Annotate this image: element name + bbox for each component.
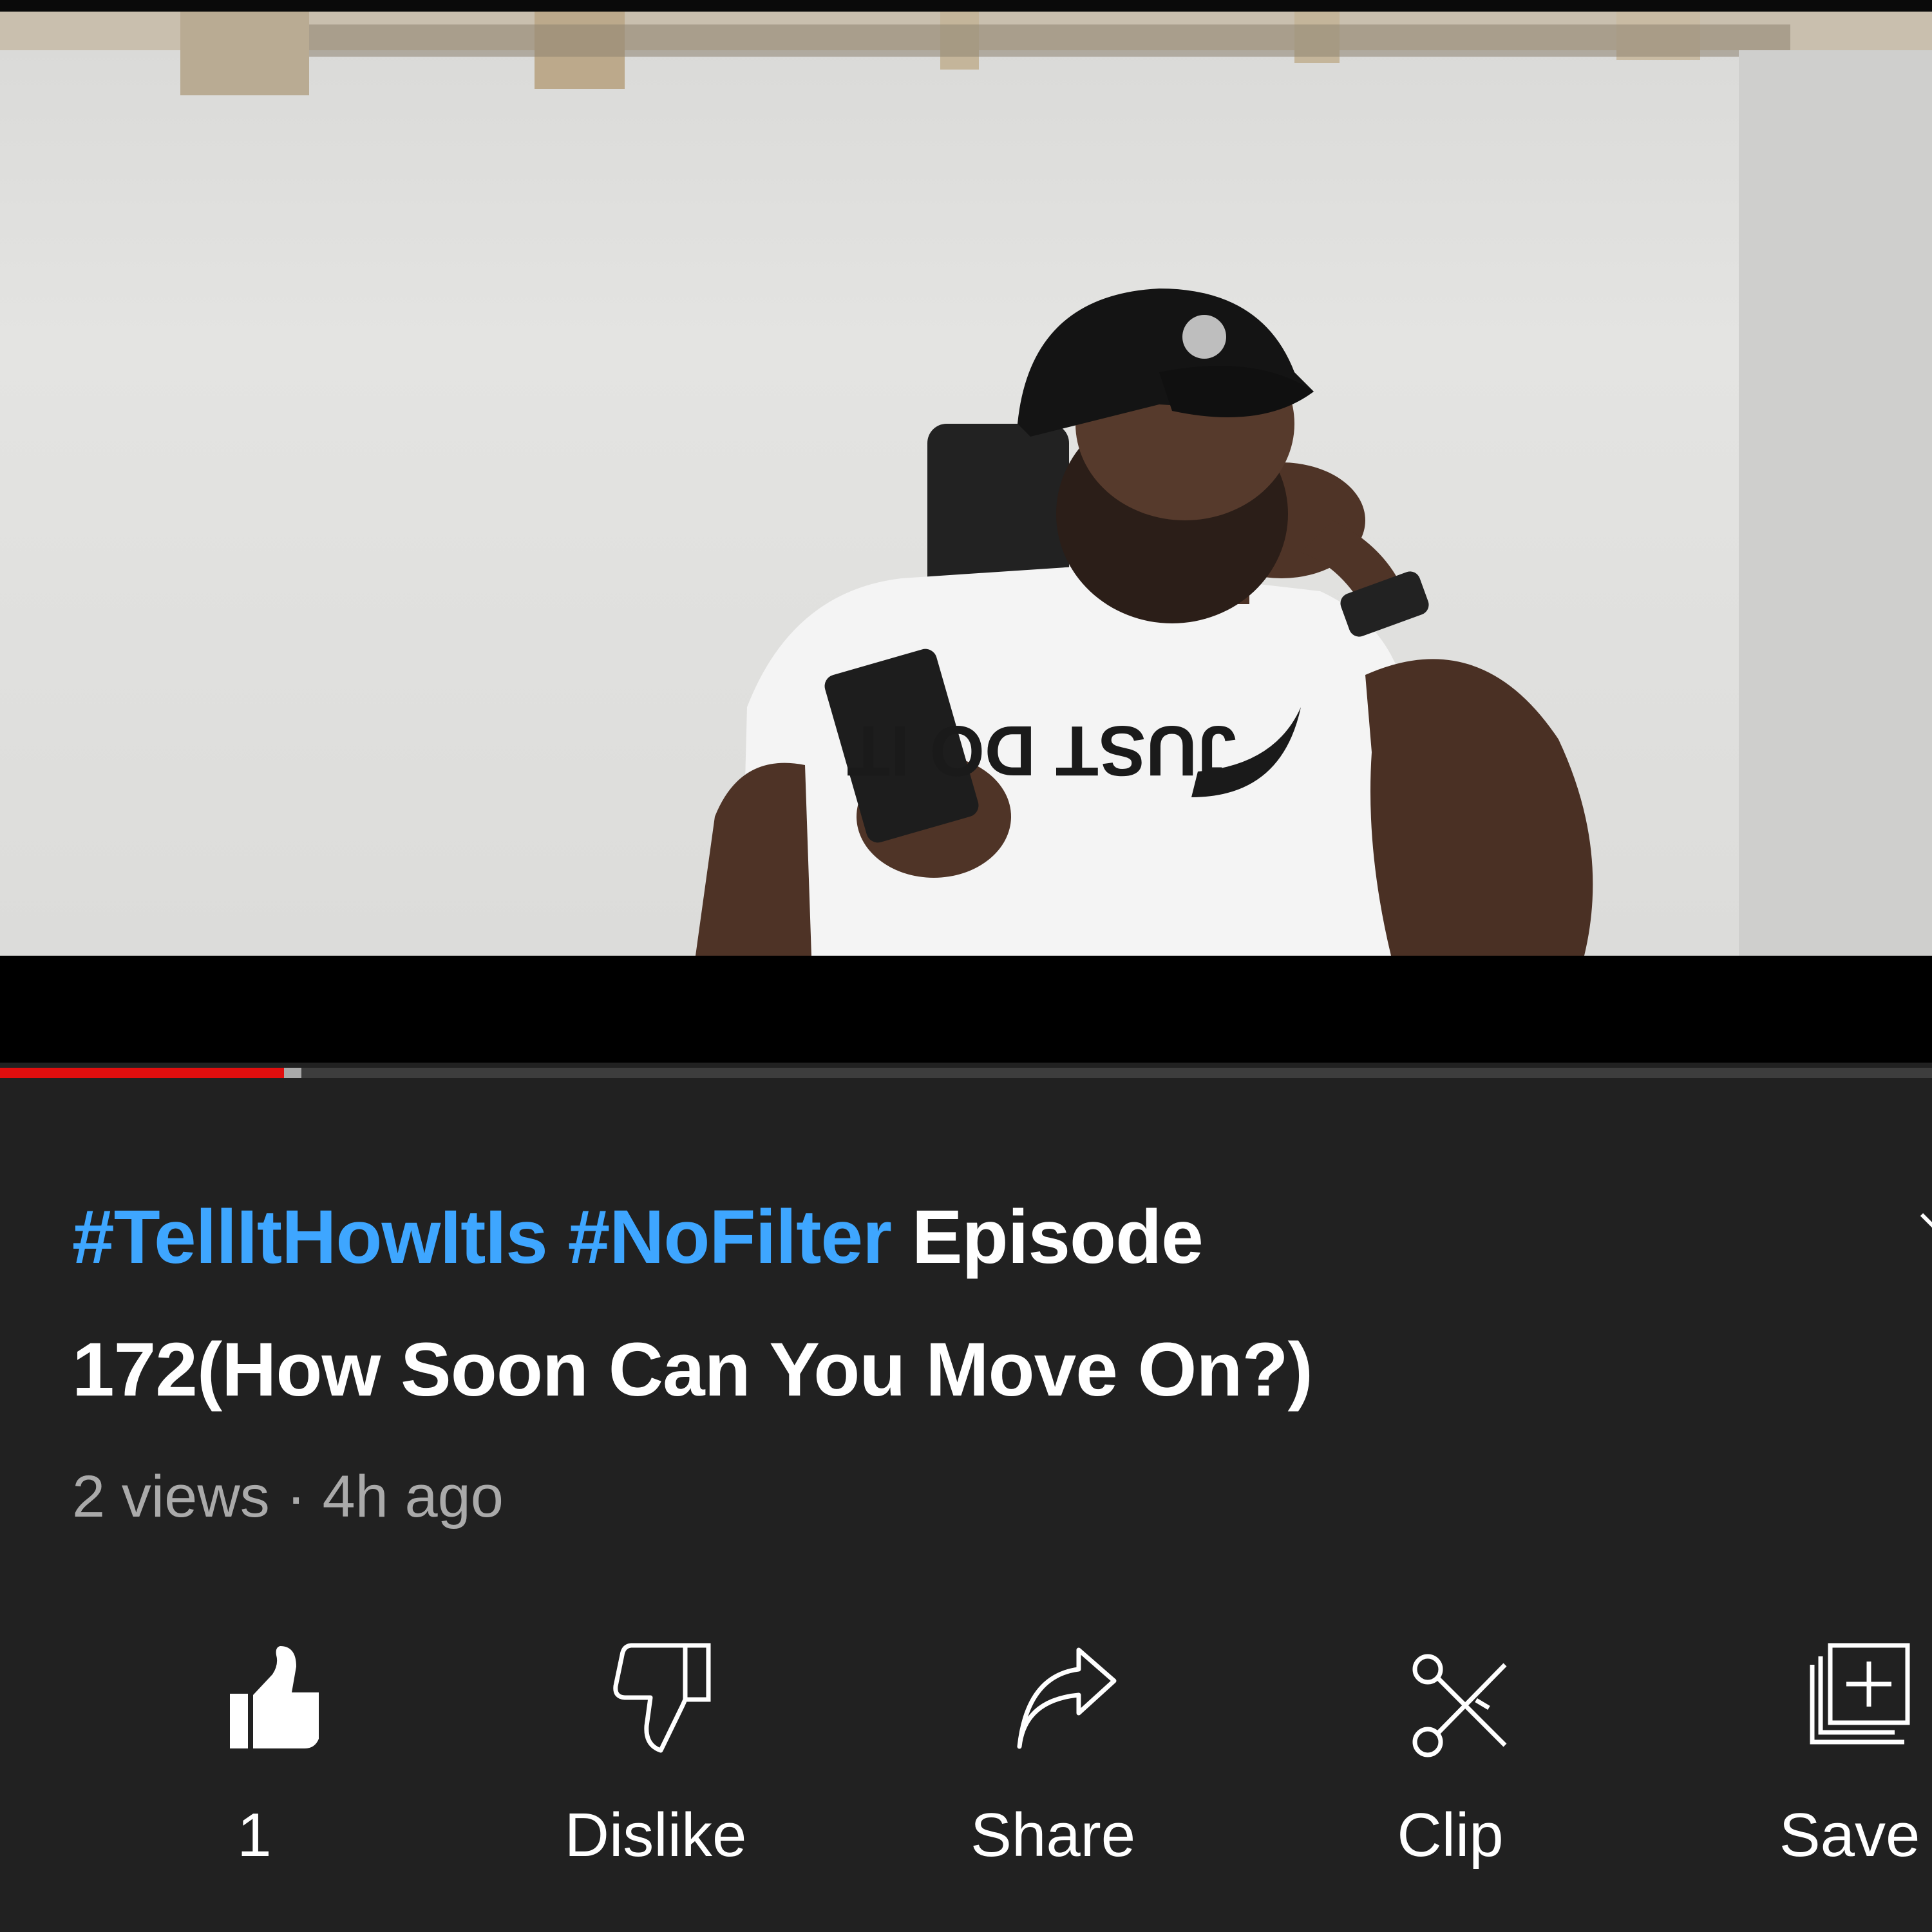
upload-age: 4h ago bbox=[322, 1464, 504, 1530]
video-frame: JUST DO IT bbox=[0, 12, 1932, 956]
played-progress bbox=[0, 1068, 284, 1078]
top-edge bbox=[0, 0, 1932, 12]
meta-separator: · bbox=[286, 1464, 306, 1530]
dislike-label: Dislike bbox=[564, 1801, 747, 1870]
video-progress-bar[interactable] bbox=[0, 1068, 1932, 1078]
like-button[interactable]: 1 bbox=[158, 1636, 351, 1893]
share-button[interactable]: Share bbox=[956, 1636, 1150, 1893]
video-metadata: 2 views · 4h ago bbox=[72, 1463, 504, 1531]
shirt-logo-text: JUST DO IT bbox=[847, 711, 1236, 790]
thumbs-down-icon bbox=[613, 1643, 711, 1753]
hashtag-link[interactable]: #NoFilter bbox=[568, 1195, 892, 1280]
title-text: Episode bbox=[911, 1195, 1204, 1280]
save-button[interactable]: Save bbox=[1753, 1636, 1932, 1893]
share-arrow-icon bbox=[1017, 1647, 1117, 1749]
title-text: 172(How Soon Can You Move On?) bbox=[72, 1327, 1313, 1412]
ceiling-beam bbox=[180, 12, 309, 95]
video-title[interactable]: #TellItHowItIs #NoFilter Episode 172(How… bbox=[72, 1171, 1759, 1436]
action-bar: 1 Dislike Share Clip Save bbox=[0, 1636, 1932, 1893]
clip-label: Clip bbox=[1397, 1801, 1504, 1870]
dislike-button[interactable]: Dislike bbox=[559, 1636, 752, 1893]
clip-button[interactable]: Clip bbox=[1354, 1636, 1547, 1893]
save-label: Save bbox=[1779, 1801, 1920, 1870]
like-count: 1 bbox=[237, 1801, 272, 1870]
playlist-add-icon bbox=[1810, 1643, 1910, 1745]
share-label: Share bbox=[970, 1801, 1136, 1870]
video-player[interactable]: JUST DO IT bbox=[0, 12, 1932, 956]
view-count: 2 views bbox=[72, 1464, 270, 1530]
chevron-down-icon[interactable] bbox=[1919, 1211, 1932, 1230]
thumbs-up-filled-icon bbox=[230, 1646, 319, 1748]
hashtag-link[interactable]: #TellItHowItIs bbox=[72, 1195, 548, 1280]
scissors-icon bbox=[1412, 1654, 1507, 1757]
video-letterbox bbox=[0, 956, 1932, 1063]
